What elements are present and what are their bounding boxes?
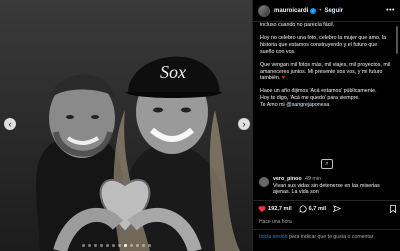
carousel-dot <box>142 244 145 247</box>
carousel-dot <box>130 244 133 247</box>
comment-item: vero_pinoo 49 min Vivan sus vidas sin de… <box>259 176 395 196</box>
login-prompt-text: para indicar que te gusta o comentar. <box>287 234 375 240</box>
carousel-next-button[interactable]: › <box>238 118 250 130</box>
comment-text: Vivan sus vidas sin detenerse en las mis… <box>273 182 380 196</box>
carousel-dot <box>82 244 85 247</box>
photo-illustration: Sox <box>0 0 252 251</box>
more-options-icon[interactable]: ••• <box>386 7 395 14</box>
carousel-dots <box>82 244 151 247</box>
share-action[interactable] <box>333 204 343 213</box>
caption-scrollbar[interactable] <box>396 26 398 54</box>
commenter-username[interactable]: vero_pinoo <box>273 176 302 182</box>
share-icon <box>333 204 342 212</box>
carousel-dot <box>112 244 115 247</box>
carousel-dot <box>106 244 109 247</box>
caption-paragraph: Hoy no celebro una foto, celebro la muje… <box>260 34 387 55</box>
carousel-prev-button[interactable]: ‹ <box>4 118 16 130</box>
caption-text: Hoy te digo, 'Acá me quedo' para siempre… <box>260 95 360 102</box>
header-separator: • <box>319 7 322 14</box>
post-caption: incluso cuando no parecía fácil. Hoy no … <box>253 22 400 170</box>
comment-body: vero_pinoo 49 min Vivan sus vidas sin de… <box>273 176 395 196</box>
comment-icon <box>299 204 307 213</box>
carousel-dot <box>118 244 121 247</box>
heart-icon <box>258 205 266 212</box>
follow-button[interactable]: Seguir <box>324 8 343 14</box>
post-photo[interactable]: Sox ‹ › <box>0 0 252 251</box>
carousel-dot <box>148 244 151 247</box>
verified-badge-icon: ✓ <box>310 7 317 14</box>
author-username[interactable]: mauroicardi <box>274 8 308 14</box>
login-link[interactable]: Inicia sesión <box>259 234 288 240</box>
carousel-dot <box>88 244 91 247</box>
author-avatar[interactable] <box>258 4 270 17</box>
caption-paragraph: Que vengan mil fotos más, mil viajes, mi… <box>260 62 391 83</box>
carousel-dot <box>136 244 139 247</box>
commenter-avatar[interactable] <box>259 177 269 187</box>
caption-text: Hace un año dijimos 'Acá estamos' públic… <box>260 88 377 95</box>
post-side-panel: mauroicardi ✓ • Seguir ••• incluso cuand… <box>252 0 400 251</box>
bookmark-icon[interactable] <box>390 204 396 213</box>
svg-text:Sox: Sox <box>160 62 186 82</box>
caption-paragraph: Hace un año dijimos 'Acá estamos' públic… <box>260 88 391 109</box>
caption-text: Te Amo mi <box>260 102 285 109</box>
comment-count: 6,7 mil <box>308 205 327 212</box>
caption-paragraph: incluso cuando no parecía fácil. <box>260 22 335 28</box>
heart-emoji-icon: ♥ <box>281 75 285 82</box>
like-count: 192,7 mil <box>268 205 292 212</box>
caption-text: Que vengan mil fotos más, mil viajes, mi… <box>260 61 391 82</box>
comment-action[interactable]: 6,7 mil <box>299 204 327 213</box>
login-prompt: Inicia sesión para indicar que te gusta … <box>253 229 400 251</box>
carousel-dot <box>100 244 103 247</box>
reply-icon[interactable]: ⌕ <box>321 159 333 169</box>
post-actions-bar: 192,7 mil 6,7 mil <box>253 200 400 216</box>
caption-reply-row: ⌕ <box>253 152 400 170</box>
like-action[interactable]: 192,7 mil <box>258 205 292 213</box>
post-timestamp: Hace una hora <box>259 219 292 225</box>
carousel-dot <box>94 244 97 247</box>
comment-time: 49 min <box>305 176 321 182</box>
post-header: mauroicardi ✓ • Seguir ••• <box>253 0 400 22</box>
carousel-dot-active <box>124 244 127 247</box>
mention-link[interactable]: @sangrejaponesa <box>286 102 329 108</box>
